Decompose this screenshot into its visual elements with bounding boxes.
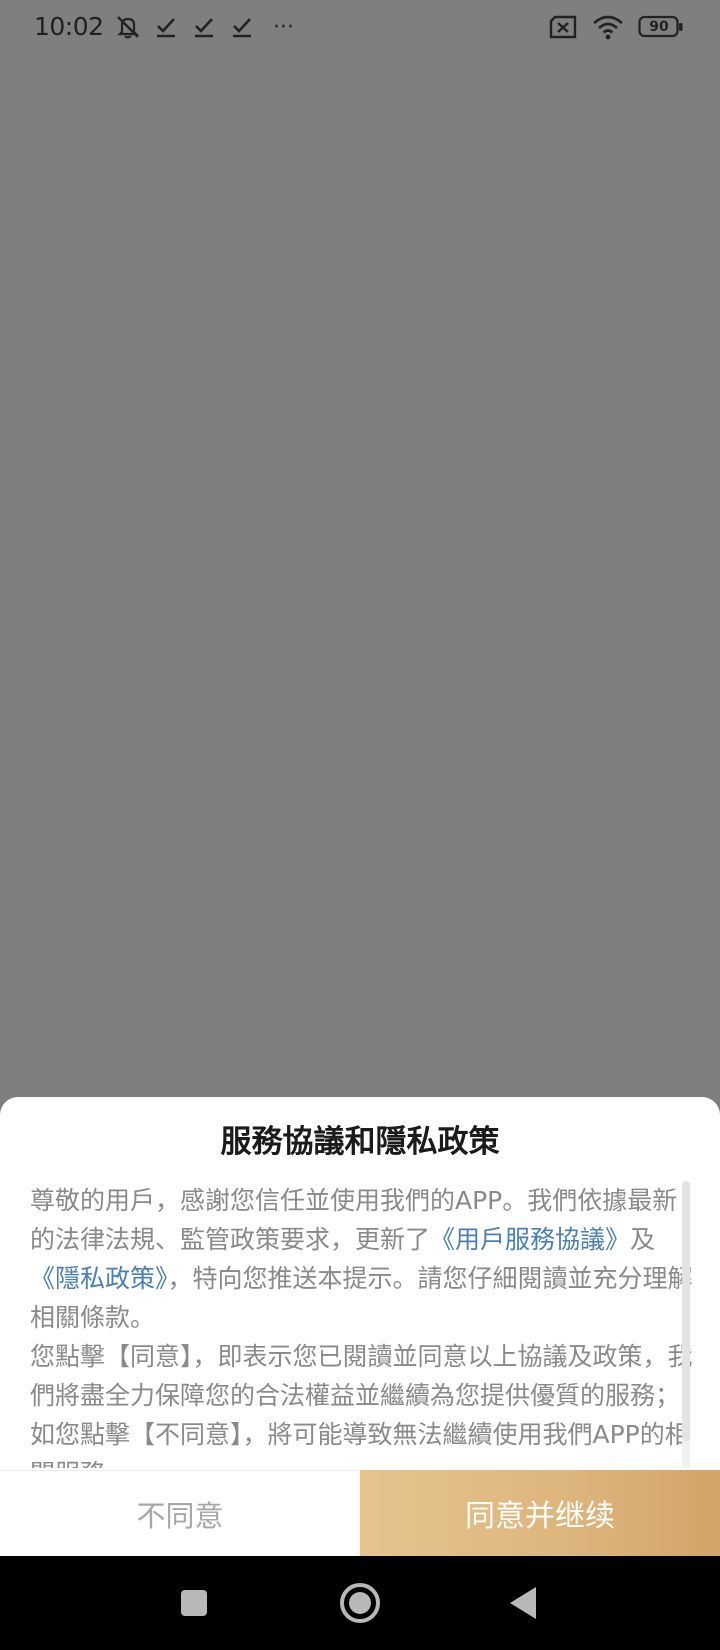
status-time: 10:02: [34, 12, 104, 41]
dialog-paragraph-1: 尊敬的用戶，感謝您信任並使用我們的APP。我們依據最新的法律法規、監管政策要求，…: [30, 1181, 694, 1337]
notification-muted-icon: [114, 13, 142, 41]
dialog-footer: 不同意 同意并继续: [0, 1470, 720, 1556]
navigation-bar: [0, 1556, 720, 1650]
status-right: 90: [548, 10, 684, 44]
agree-continue-button[interactable]: 同意并继续: [360, 1470, 720, 1556]
check-icon: [228, 13, 256, 41]
home-circle-icon[interactable]: [335, 1578, 385, 1628]
wifi-icon: [592, 13, 624, 41]
recents-square-icon[interactable]: [169, 1578, 219, 1628]
privacy-policy-link[interactable]: 《隱私政策》: [30, 1264, 168, 1293]
dialog-paragraph-2: 您點擊【同意】，即表示您已閱讀並同意以上協議及政策，我們將盡全力保障您的合法權益…: [30, 1342, 693, 1468]
paragraph-1-conjunction: 及: [630, 1225, 656, 1254]
terms-of-service-link[interactable]: 《用戶服務協議》: [430, 1225, 630, 1254]
back-triangle-icon[interactable]: [498, 1578, 548, 1628]
dialog-title: 服務協議和隱私政策: [220, 1124, 500, 1160]
status-bar: 10:02 ··· 90: [0, 0, 720, 54]
more-dots-icon: ···: [273, 14, 295, 40]
privacy-dialog: 服務協議和隱私政策 尊敬的用戶，感謝您信任並使用我們的APP。我們依據最新的法律…: [0, 1097, 720, 1556]
status-left: 10:02 ···: [34, 10, 302, 44]
dialog-scrollbar[interactable]: [682, 1181, 690, 1468]
battery-level: 90: [649, 19, 669, 35]
dialog-body[interactable]: 尊敬的用戶，感謝您信任並使用我們的APP。我們依據最新的法律法規、監管政策要求，…: [30, 1181, 694, 1468]
check-icon: [190, 13, 218, 41]
battery-icon: 90: [638, 13, 684, 41]
disagree-button[interactable]: 不同意: [0, 1470, 360, 1556]
dialog-scrollbar-thumb[interactable]: [682, 1181, 690, 1441]
check-icon: [152, 13, 180, 41]
sim-x-icon: [548, 13, 578, 41]
